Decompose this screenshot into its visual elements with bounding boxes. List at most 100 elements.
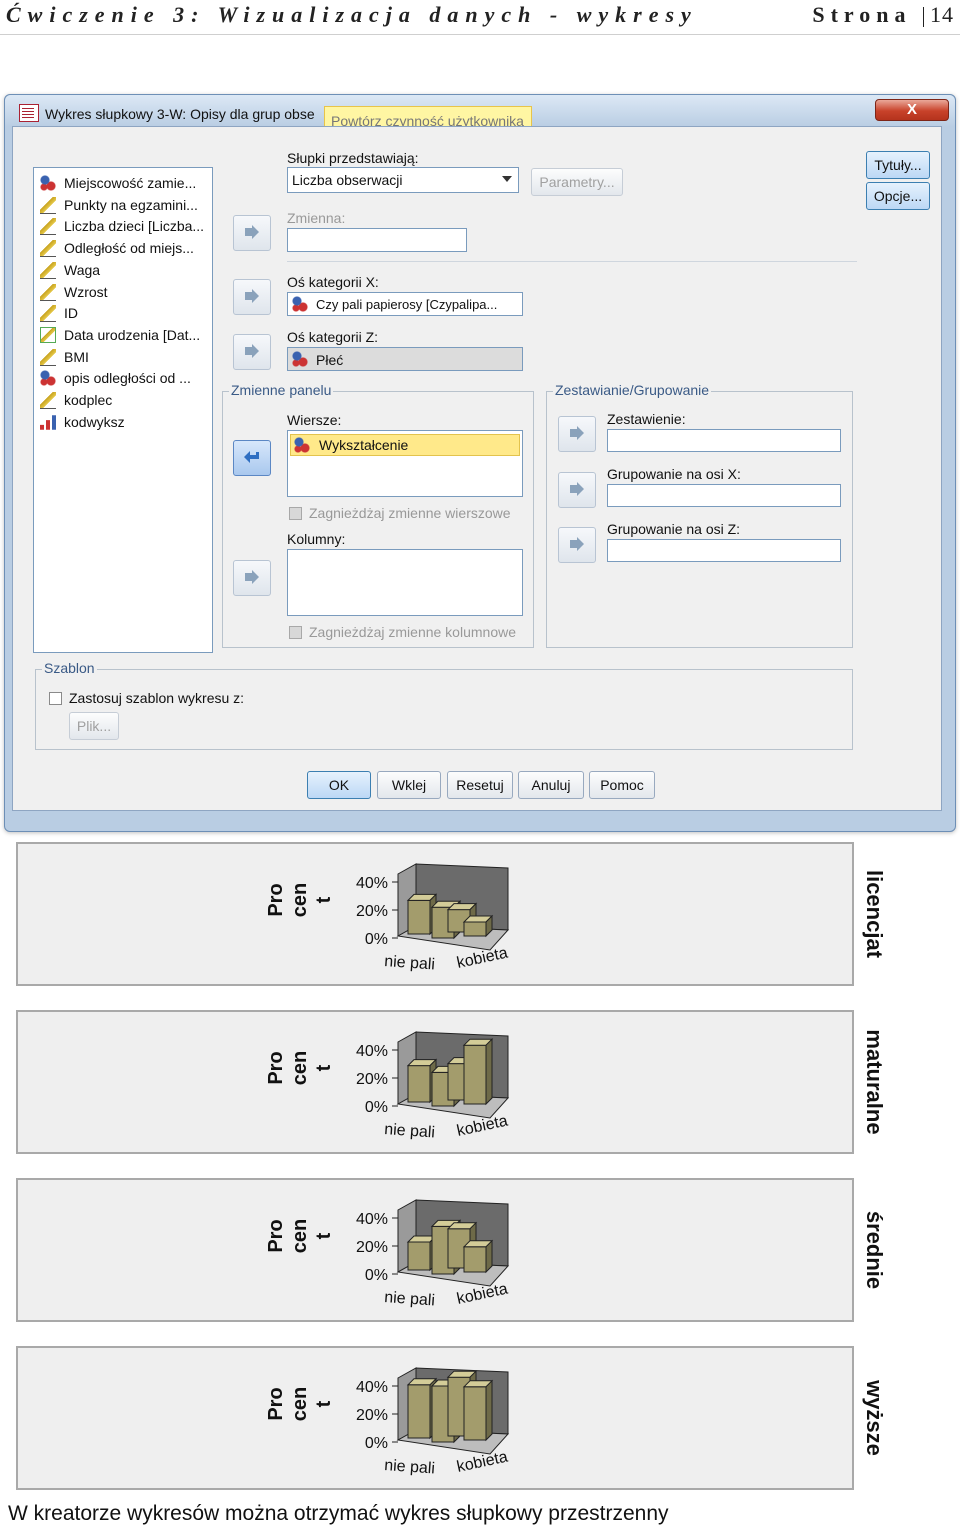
close-button[interactable]: X	[875, 99, 949, 121]
variable-item[interactable]: opis odległości od ...	[40, 367, 208, 387]
variable-label: Zmienna:	[287, 210, 346, 226]
separator-line	[287, 261, 857, 262]
bar-chart-3d: Pro cen tProcent40%20%0%nie palikobieta	[265, 1367, 509, 1478]
move-to-group-x-button[interactable]	[558, 472, 596, 508]
move-to-z-axis-button[interactable]	[233, 334, 271, 370]
x-axis-field[interactable]: Czy pali papierosy [Czypalipa...	[287, 292, 523, 316]
template-check-label: Zastosuj szablon wykresu z:	[69, 690, 245, 706]
bar-front	[407, 1384, 431, 1439]
variable-item[interactable]: Punkty na egzamini...	[40, 194, 208, 214]
y-tick-label: 40%	[356, 1379, 388, 1396]
x-axis-label: Oś kategorii X:	[287, 274, 379, 290]
page-number-area: Strona 14	[812, 2, 954, 28]
bar-chart-3d: Pro cen tProcent40%20%0%nie palikobieta	[265, 863, 509, 974]
z-axis-value: Płeć	[316, 352, 344, 368]
bar	[462, 914, 494, 938]
bar-front	[463, 1386, 487, 1441]
variable-item-label: kodwyksz	[64, 413, 125, 430]
y-tick-label: 0%	[365, 1267, 388, 1284]
ok-button[interactable]: OK	[307, 771, 371, 799]
move-to-variable-button[interactable]	[233, 215, 271, 251]
variable-item-label: kodplec	[64, 392, 113, 408]
paste-button[interactable]: Wklej	[377, 771, 441, 799]
file-button[interactable]: Plik...	[69, 712, 119, 740]
y-tick-label: 40%	[356, 1211, 388, 1228]
group-z-label: Grupowanie na osi Z:	[607, 521, 741, 537]
bar-front	[463, 1246, 487, 1273]
variable-item[interactable]: BMI	[40, 346, 208, 366]
rows-item-label: Wykształcenie	[319, 437, 409, 453]
bar-front	[407, 1065, 431, 1103]
variable-item-label: ID	[64, 305, 78, 322]
variable-item[interactable]: Wzrost	[40, 281, 208, 301]
variable-item[interactable]: kodplec	[40, 389, 208, 409]
nest-columns-label: Zagnieżdżaj zmienne kolumnowe	[309, 624, 516, 640]
scale-icon	[40, 283, 56, 301]
x-tick-label: nie pali	[384, 1457, 436, 1477]
variable-field[interactable]	[287, 228, 467, 252]
z-axis-label: Oś kategorii Z:	[287, 329, 379, 345]
scale-icon	[40, 348, 56, 366]
y-axis-label-part: cen	[289, 1219, 311, 1253]
bar-side	[485, 1379, 493, 1442]
bars-represent-value: Liczba obserwacji	[292, 172, 403, 188]
scale-icon	[40, 196, 56, 214]
help-button[interactable]: Pomoc	[589, 771, 655, 799]
variable-list[interactable]: Miejscowość zamie... Punkty na egzamini..…	[33, 167, 213, 653]
y-axis-label-part: cen	[289, 883, 311, 917]
bars-represent-select[interactable]: Liczba obserwacji	[287, 167, 519, 193]
variable-item[interactable]: Miejscowość zamie...	[40, 172, 208, 192]
chart-panel: Pro cen tProcent40%20%0%nie palikobieta	[16, 1346, 854, 1490]
columns-label: Kolumny:	[287, 531, 346, 547]
move-to-stack-button[interactable]	[558, 416, 596, 452]
rows-list[interactable]: Wykształcenie	[287, 430, 523, 497]
move-to-group-z-button[interactable]	[558, 527, 596, 563]
dialog-client-area: Miejscowość zamie... Punkty na egzamini..…	[12, 126, 942, 811]
x-tick-label: kobieta	[455, 1113, 509, 1140]
bar-front	[407, 899, 431, 935]
variable-item[interactable]: Liczba dzieci [Liczba...	[40, 215, 208, 236]
bar-chart-3d: Pro cen tProcent40%20%0%nie palikobieta	[265, 1199, 509, 1310]
nominal-icon	[40, 175, 56, 191]
parameters-button[interactable]: Parametry...	[531, 168, 623, 196]
right-arrow-icon	[570, 537, 584, 551]
variable-item[interactable]: kodwyksz	[40, 411, 208, 431]
z-axis-field[interactable]: Płeć	[287, 347, 523, 371]
caption-text: W kreatorze wykresów można otrzymać wykr…	[8, 1502, 669, 1525]
right-arrow-icon	[570, 426, 584, 440]
right-arrow-icon	[245, 289, 259, 303]
variable-item[interactable]: ID	[40, 302, 208, 323]
variable-item[interactable]: Waga	[40, 259, 208, 279]
cancel-button[interactable]: Anuluj	[518, 771, 584, 799]
options-button[interactable]: Opcje...	[866, 182, 930, 210]
page-separator	[923, 6, 924, 27]
variable-item[interactable]: Odległość od miejs...	[40, 237, 208, 258]
titles-button[interactable]: Tytuły...	[866, 151, 930, 179]
scale-icon	[40, 240, 56, 258]
rows-label: Wiersze:	[287, 412, 342, 428]
right-arrow-icon	[570, 482, 584, 496]
reset-button[interactable]: Resetuj	[447, 771, 513, 799]
nest-columns-checkbox[interactable]	[289, 626, 302, 639]
nest-rows-checkbox[interactable]	[289, 507, 302, 520]
y-axis-label-part: Pro	[265, 1051, 287, 1084]
group-x-field[interactable]	[607, 484, 841, 507]
move-to-x-axis-button[interactable]	[233, 279, 271, 315]
scale-icon	[40, 305, 56, 323]
template-checkbox[interactable]	[49, 692, 62, 705]
y-tick-label: 20%	[356, 1071, 388, 1088]
nominal-icon	[292, 296, 308, 312]
variable-item-label: Data urodzenia [Dat...	[64, 326, 201, 343]
stack-field[interactable]	[607, 429, 841, 452]
group-z-field[interactable]	[607, 539, 841, 562]
scale-icon	[40, 218, 56, 236]
variable-item[interactable]: Data urodzenia [Dat...	[40, 324, 208, 344]
template-group: Szablon	[35, 660, 853, 750]
x-tick-label: nie pali	[384, 1289, 436, 1309]
rows-selected-item[interactable]: Wykształcenie	[290, 434, 520, 456]
x-tick-label: kobieta	[455, 945, 509, 972]
x-tick-label: nie pali	[384, 1121, 436, 1141]
columns-list[interactable]	[287, 549, 523, 616]
group-x-label: Grupowanie na osi X:	[607, 466, 741, 482]
page-title: Ćwiczenie 3: Wizualizacja danych - wykre…	[6, 2, 698, 27]
